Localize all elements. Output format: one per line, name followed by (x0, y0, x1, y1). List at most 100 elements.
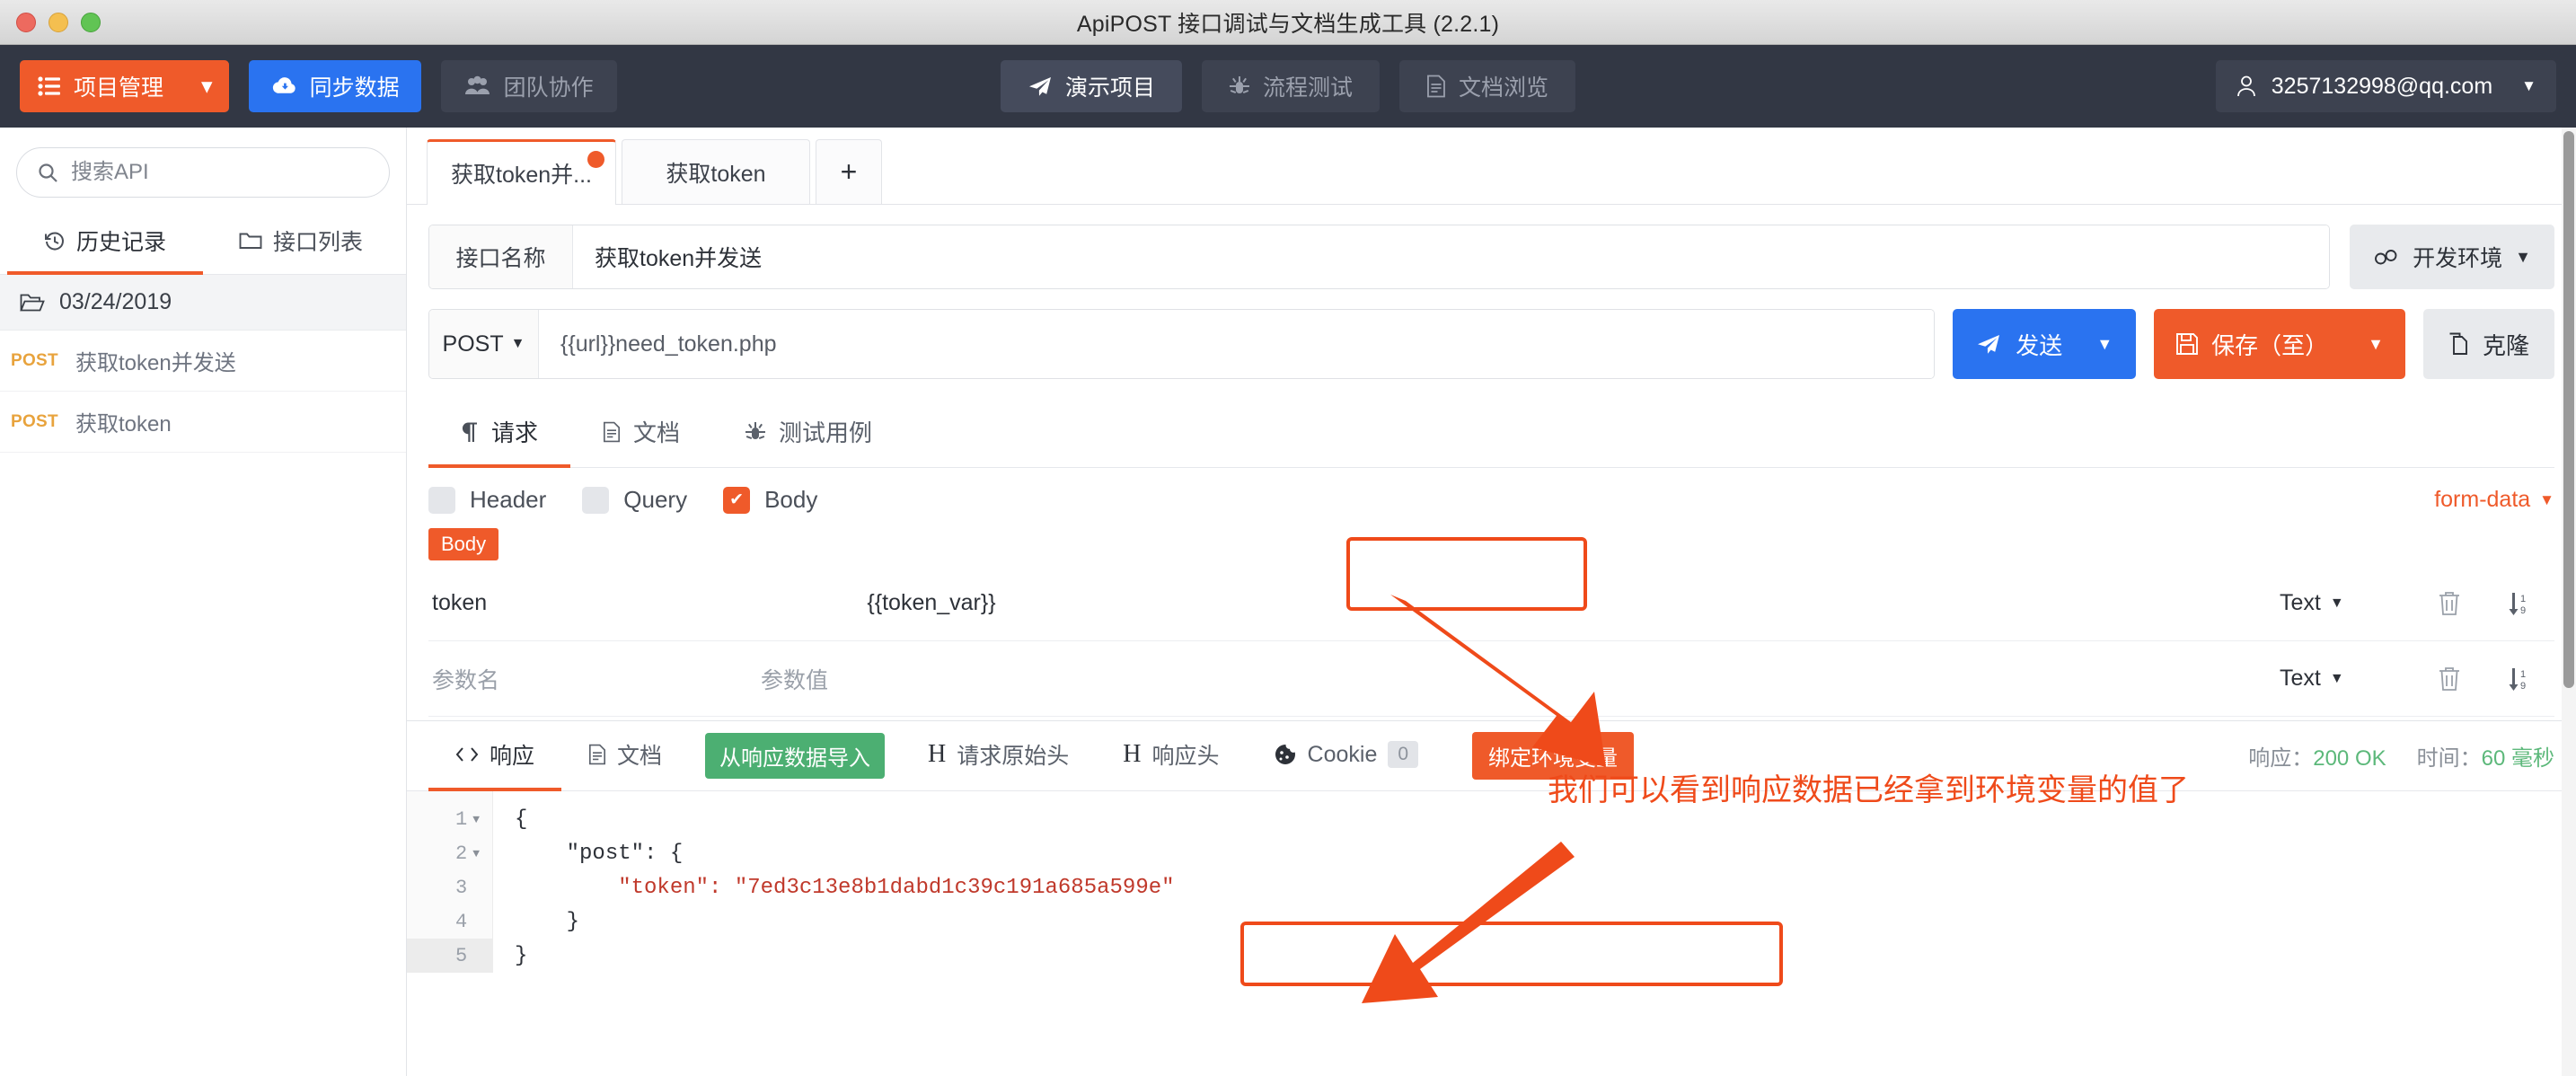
param-value-0[interactable]: {{token_var}} (761, 590, 1102, 616)
svg-text:9: 9 (2520, 681, 2526, 692)
sync-data-button[interactable]: 同步数据 (248, 60, 421, 112)
chevron-down-icon: ▼ (2521, 77, 2536, 94)
interface-name-input[interactable] (573, 225, 2329, 288)
project-management-label: 项目管理 (74, 75, 164, 101)
environment-selector[interactable]: 开发环境 ▼ (2350, 225, 2554, 289)
json-code[interactable]: { "post": { "token": "7ed3c13e8b1dabd1c3… (493, 791, 2576, 973)
user-account-button[interactable]: 3257132998@qq.com ▼ (2215, 60, 2556, 112)
save-button[interactable]: 保存（至） ▼ (2154, 309, 2405, 379)
response-tab-response[interactable]: 响应 (428, 722, 562, 791)
sidebar-tab-history[interactable]: 历史记录 (7, 212, 203, 275)
delete-param-1-button[interactable] (2414, 666, 2484, 692)
top-navigation-bar: 项目管理 ▾ 同步数据 团队协作 演示项目 流程测试 文档浏览 32571329… (0, 45, 2576, 128)
folder-icon (239, 231, 262, 251)
sort-param-0-button[interactable]: 1 9 (2484, 590, 2554, 617)
request-tab-document[interactable]: 文档 (570, 402, 712, 468)
nav-document-browse[interactable]: 文档浏览 (1399, 60, 1576, 112)
sidebar-tab-api-list[interactable]: 接口列表 (203, 212, 399, 275)
response-time: 时间：60 毫秒 (2417, 740, 2554, 772)
bind-environment-variable-button[interactable]: 绑定环境变量 (1472, 732, 1635, 780)
svg-text:1: 1 (2520, 594, 2526, 604)
response-tab-document[interactable]: 文档 (561, 722, 689, 791)
line-number: 1 ▼ (407, 802, 492, 836)
interface-name-field[interactable]: 接口名称 (428, 225, 2330, 289)
editor-tab-1[interactable]: 获取token (622, 139, 810, 204)
nav-flow-test[interactable]: 流程测试 (1201, 60, 1381, 112)
request-editor: 接口名称 开发环境 ▼ POST ▼ (407, 205, 2576, 717)
url-input[interactable] (539, 310, 1935, 378)
search-box[interactable] (16, 147, 390, 198)
editor-tab-0[interactable]: 获取token并... (427, 139, 616, 205)
nav-demo-project[interactable]: 演示项目 (1000, 60, 1182, 112)
request-tabstrip: 获取token并... 获取token + (407, 128, 2576, 205)
sort-param-1-button[interactable]: 1 9 (2484, 666, 2554, 692)
api-name-label: 获取token并发送 (75, 351, 236, 375)
code-icon (455, 745, 479, 763)
h-icon: H (928, 740, 947, 768)
send-label: 发送 (2016, 331, 2063, 359)
project-management-button[interactable]: 项目管理 ▾ (20, 60, 229, 112)
param-type-1[interactable]: Text ▼ (2280, 666, 2414, 692)
checkbox-query-label: Query (623, 486, 688, 513)
line-number: 5▼ (407, 939, 492, 973)
body-params-table: token {{token_var}} Text ▼ 1 9 参数名 参数值 T… (428, 566, 2554, 717)
response-status: 响应：200 OK (2248, 740, 2386, 772)
line-no: 3 (454, 876, 468, 899)
response-status-value: 200 OK (2313, 746, 2386, 771)
fold-icon[interactable]: ▼ (472, 847, 480, 860)
import-from-response-button[interactable]: 从响应数据导入 (705, 733, 886, 779)
sidebar-api-item-0[interactable]: POST 获取token并发送 (0, 331, 406, 392)
response-tab-request-headers-label: 请求原始头 (957, 744, 1070, 769)
nav-document-browse-label: 文档浏览 (1459, 75, 1549, 101)
clone-button[interactable]: 克隆 (2422, 309, 2554, 379)
http-method-select[interactable]: POST ▼ (429, 310, 539, 378)
team-collaboration-button[interactable]: 团队协作 (440, 60, 617, 112)
fold-icon[interactable]: ▼ (472, 813, 480, 826)
body-badge-wrap: Body (428, 528, 2554, 566)
checkbox-body[interactable]: ✔ Body (723, 486, 817, 514)
response-tab-request-headers[interactable]: H 请求原始头 (901, 722, 1096, 791)
send-button[interactable]: 发送 ▼ (1953, 309, 2137, 379)
content-type-label: form-data (2434, 487, 2531, 512)
scrollbar-thumb[interactable] (2563, 131, 2574, 688)
clone-label: 克隆 (2482, 331, 2529, 359)
request-tab-testcase[interactable]: 测试用例 (712, 402, 904, 468)
search-icon (37, 162, 58, 183)
request-tab-request[interactable]: 请求 (428, 402, 571, 468)
search-input[interactable] (71, 160, 369, 185)
new-tab-button[interactable]: + (816, 139, 882, 204)
sidebar-api-item-1[interactable]: POST 获取token (0, 392, 406, 453)
param-type-0[interactable]: Text ▼ (2280, 590, 2414, 616)
history-icon (44, 230, 66, 251)
response-section: 响应 文档 从响应数据导入 H 请求原始头 H 响应头 Cookie 0 绑定环… (407, 720, 2576, 973)
api-name-label: 获取token (75, 412, 172, 437)
history-folder-row[interactable]: 03/24/2019 (0, 275, 406, 331)
main-panel: 获取token并... 获取token + 接口名称 获取token并发送 开发… (407, 128, 2576, 1076)
response-time-label: 时间： (2416, 746, 2482, 771)
checkbox-body-box[interactable]: ✔ (723, 486, 751, 514)
checkbox-header[interactable]: Header (428, 486, 546, 514)
param-value-1[interactable]: 参数值 (761, 663, 1102, 695)
request-tab-request-label: 请求 (491, 419, 539, 446)
request-subtabs: 请求 文档 测试用例 (428, 402, 2554, 468)
nav-flow-test-label: 流程测试 (1262, 75, 1354, 101)
line-number: 4▼ (407, 904, 492, 939)
response-tab-cookie[interactable]: Cookie 0 (1247, 722, 1446, 791)
list-icon (38, 76, 61, 96)
content-type-selector[interactable]: form-data ▼ (2434, 487, 2554, 513)
response-tab-response-label: 响应 (490, 744, 535, 769)
delete-param-0-button[interactable] (2414, 591, 2484, 616)
response-tabs: 响应 文档 从响应数据导入 H 请求原始头 H 响应头 Cookie 0 绑定环… (407, 721, 2576, 791)
document-icon (588, 744, 606, 765)
checkbox-query-box[interactable] (582, 486, 610, 514)
document-icon (603, 421, 621, 443)
checkbox-header-box[interactable] (428, 486, 455, 514)
url-field[interactable]: POST ▼ (428, 309, 1936, 379)
param-name-1[interactable]: 参数名 (428, 663, 761, 695)
code-line: } (515, 904, 2576, 939)
param-name-0[interactable]: token (428, 590, 761, 616)
vertical-scrollbar[interactable] (2562, 128, 2576, 1076)
code-line: { (515, 802, 2576, 836)
response-tab-response-headers[interactable]: H 响应头 (1096, 722, 1246, 791)
checkbox-query[interactable]: Query (582, 486, 687, 514)
